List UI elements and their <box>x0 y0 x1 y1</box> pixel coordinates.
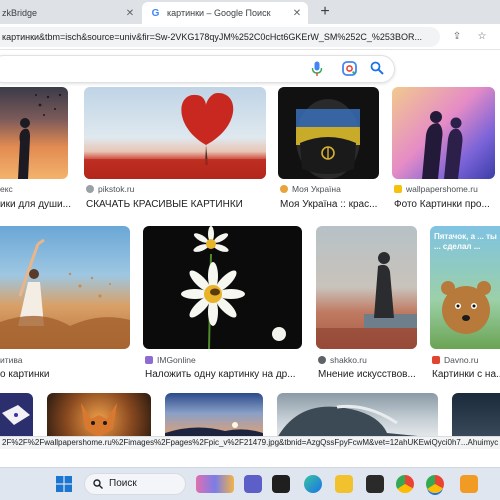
result-image-winnie-pooh[interactable]: Пятачок, а ... ты ... сделал ... <box>430 226 500 349</box>
result-caption[interactable]: СКАЧАТЬ КРАСИВЫЕ КАРТИНКИ <box>86 199 266 210</box>
result-source[interactable]: итива <box>0 355 130 365</box>
close-icon[interactable]: ✕ <box>123 8 137 19</box>
result-caption[interactable]: о картинки <box>0 369 130 380</box>
result-image-ukraine-face[interactable] <box>278 87 379 179</box>
tab-zkbridge[interactable]: zkBridge ✕ <box>0 2 141 24</box>
tab-strip: zkBridge ✕ G картинки – Google Поиск ✕ + <box>0 0 500 24</box>
result-caption[interactable]: Мнение искусствов... <box>318 369 418 380</box>
windows-start-icon[interactable] <box>56 476 72 492</box>
app-orange-icon[interactable] <box>460 475 478 493</box>
google-lens-icon[interactable] <box>342 61 357 76</box>
google-favicon-icon: G <box>151 7 160 19</box>
result-source[interactable]: екс <box>0 184 70 194</box>
result-source[interactable]: Моя Україна <box>280 184 380 194</box>
tab-title: zkBridge <box>2 8 38 18</box>
result-image-fox[interactable] <box>47 393 151 438</box>
search-icon <box>93 479 103 489</box>
result-source[interactable]: Davno.ru <box>432 355 500 365</box>
result-image-silhouette[interactable] <box>0 87 68 179</box>
link-status-bar: 2F%2F%2Fwallpapershome.ru%2Fimages%2Fpag… <box>0 436 500 449</box>
davno-favicon-icon <box>432 356 440 364</box>
windows-taskbar: Поиск <box>0 467 500 500</box>
tab-title: картинки – Google Поиск <box>167 8 271 18</box>
shakko-favicon-icon <box>318 356 326 364</box>
store-icon[interactable] <box>366 475 384 493</box>
search-input[interactable] <box>0 55 395 83</box>
address-bar[interactable]: картинки&tbm=isch&source=univ&fir=Sw-2VK… <box>0 27 440 47</box>
result-image-daisy[interactable] <box>143 226 302 349</box>
result-source[interactable]: wallpapershome.ru <box>394 184 500 194</box>
poster-text: Пятачок, а ... ты ... сделал ... <box>434 232 497 251</box>
close-icon[interactable]: ✕ <box>290 8 304 19</box>
flower-favicon-icon <box>280 185 288 193</box>
chrome-active-icon[interactable] <box>426 475 444 493</box>
result-image-heart-tree[interactable] <box>84 87 266 179</box>
edge-browser-icon[interactable] <box>304 475 322 493</box>
taskbar-search-box[interactable]: Поиск <box>84 473 186 495</box>
result-source[interactable]: IMGonline <box>145 355 303 365</box>
result-source[interactable]: shakko.ru <box>318 355 418 365</box>
result-caption[interactable]: Наложить одну картинку на др... <box>145 369 303 380</box>
browser-toolbar: картинки&tbm=isch&source=univ&fir=Sw-2VK… <box>0 24 500 50</box>
new-tab-button[interactable]: + <box>316 3 334 21</box>
wallpapershome-favicon-icon <box>394 185 402 193</box>
result-image-couple[interactable] <box>392 87 495 179</box>
result-caption[interactable]: ики для души... <box>0 199 72 210</box>
result-image-dice[interactable] <box>0 393 33 438</box>
bookmark-star-icon[interactable]: ☆ <box>475 30 489 44</box>
pikstok-favicon-icon <box>86 185 94 193</box>
tab-google-search[interactable]: G картинки – Google Поиск ✕ <box>142 2 308 24</box>
search-icon[interactable] <box>370 61 384 75</box>
task-view-icon[interactable] <box>272 475 290 493</box>
result-caption[interactable]: Фото Картинки про... <box>394 199 500 210</box>
result-caption[interactable]: Моя Україна :: крас... <box>280 199 380 210</box>
result-source[interactable]: pikstok.ru <box>86 184 266 194</box>
imgonline-favicon-icon <box>145 356 153 364</box>
teams-icon[interactable] <box>244 475 262 493</box>
microphone-icon[interactable] <box>311 61 323 77</box>
result-caption[interactable]: Картинки с на... <box>432 369 500 380</box>
file-explorer-icon[interactable] <box>335 475 353 493</box>
widgets-icon[interactable] <box>196 475 234 493</box>
search-row <box>0 50 500 86</box>
result-image-dark-partial[interactable] <box>452 393 500 438</box>
taskbar-search-label: Поиск <box>109 478 137 489</box>
result-image-dancer[interactable] <box>0 226 130 349</box>
result-image-wave[interactable] <box>277 393 438 438</box>
chrome-icon[interactable] <box>396 475 414 493</box>
result-image-sky-moon[interactable] <box>165 393 263 438</box>
result-image-surreal-man[interactable] <box>316 226 417 349</box>
share-icon[interactable]: ⇪ <box>450 30 464 44</box>
